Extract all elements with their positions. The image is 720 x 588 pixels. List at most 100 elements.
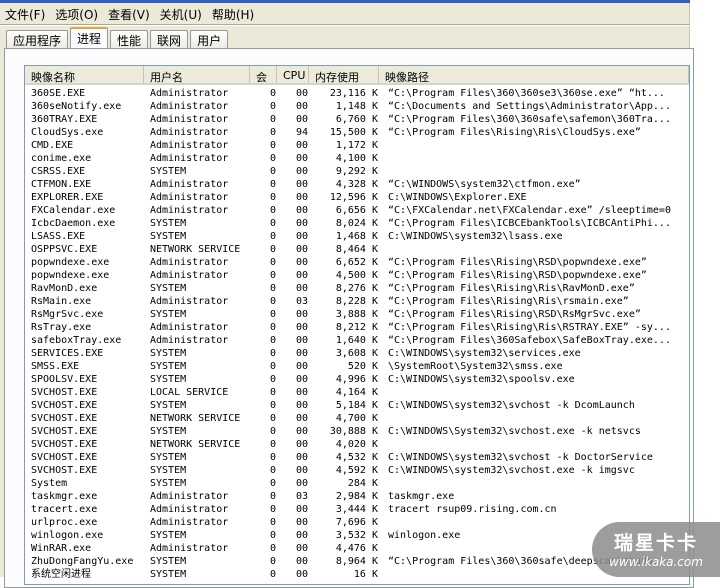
table-row[interactable]: SERVICES.EXE SYSTEM 0 00 3,608 K C:\WINDOWS\s… [25, 347, 581, 360]
table-row[interactable]: EXPLORER.EXE Administrator 0 00 12,596 K C:\W… [25, 191, 526, 204]
menu-options[interactable]: 选项(O) [50, 4, 103, 24]
process-name: SVCHOST.EXE [31, 413, 98, 424]
table-row[interactable]: System SYSTEM 0 00 284 K [25, 477, 388, 490]
process-name: popwndexe.exe [31, 270, 110, 281]
image-path: C:\WINDOWS\system32\lsass.exe [388, 231, 563, 242]
process-name: RsMgrSvc.exe [31, 309, 104, 320]
table-row[interactable]: CMD.EXE Administrator 0 00 1,172 K [25, 139, 388, 152]
cpu-usage: 00 [295, 452, 309, 463]
process-name: SVCHOST.EXE [31, 465, 98, 476]
session-id: 0 [269, 361, 277, 372]
column-session[interactable]: 会 [250, 66, 277, 84]
process-name: tracert.exe [31, 504, 98, 515]
column-user-name[interactable]: 用户名 [144, 66, 250, 84]
table-row[interactable]: RsMgrSvc.exe SYSTEM 0 00 3,888 K “C:\Program … [25, 308, 641, 321]
memory-usage: 5,184 K [335, 400, 378, 411]
memory-usage: 6,760 K [335, 114, 378, 125]
table-row[interactable]: 360TRAY.EXE Administrator 0 00 6,760 K “C:\Pr… [25, 113, 671, 126]
image-path: “C:\FXCalendar.net\FXCalendar.exe” /slee… [388, 205, 671, 216]
table-row[interactable]: winlogon.exe SYSTEM 0 00 3,532 Kwinlogon.exe [25, 529, 460, 542]
image-path [378, 477, 388, 490]
tab-processes[interactable]: 进程 [70, 27, 109, 48]
cpu-usage: 00 [295, 192, 309, 203]
task-manager-window: 文件(F) 选项(O) 查看(V) 关机(U) 帮助(H) 应用程序 进程 性能… [0, 0, 694, 588]
cpu-usage: 00 [295, 101, 309, 112]
table-row[interactable]: IcbcDaemon.exe SYSTEM 0 00 8,024 K “C:\Progra… [25, 217, 671, 230]
column-image-name[interactable]: 映像名称 [25, 66, 144, 84]
process-name: LSASS.EXE [31, 231, 86, 242]
cpu-usage: 00 [295, 179, 309, 190]
table-row[interactable]: SVCHOST.EXE SYSTEM 0 00 5,184 K C:\WINDOWS\sy… [25, 399, 635, 412]
table-row[interactable]: CSRSS.EXE SYSTEM 0 00 9,292 K [25, 165, 388, 178]
memory-usage: 23,116 K [329, 88, 378, 99]
menu-file[interactable]: 文件(F) [0, 4, 50, 24]
table-row[interactable]: SVCHOST.EXE SYSTEM 0 00 4,532 K C:\WINDOWS\sy… [25, 451, 653, 464]
menu-help[interactable]: 帮助(H) [207, 4, 259, 24]
table-row[interactable]: SPOOLSV.EXE SYSTEM 0 00 4,996 K C:\WINDOWS\sy… [25, 373, 575, 386]
table-row[interactable]: OSPPSVC.EXE NETWORK SERVICE 0 00 8,464 K [25, 243, 388, 256]
table-row[interactable]: ZhuDongFangYu.exe SYSTEM 0 00 8,964 K “C:\Pro… [25, 555, 671, 568]
table-row[interactable]: SVCHOST.EXE SYSTEM 0 00 30,888 K C:\WINDOWS\S… [25, 425, 641, 438]
image-path: “C:\Program Files\Rising\RSD\RsMgrSvc.ex… [388, 309, 641, 320]
cpu-usage: 00 [295, 140, 309, 151]
table-row[interactable]: taskmgr.exe Administrator 0 03 2,984 K taskmg… [25, 490, 454, 503]
menu-separator [0, 24, 690, 26]
table-row[interactable]: CloudSys.exe Administrator 0 94 15,500 K “C:\… [25, 126, 641, 139]
table-row[interactable]: SVCHOST.EXE SYSTEM 0 00 4,592 K C:\WINDOWS\sy… [25, 464, 635, 477]
cpu-usage: 00 [295, 348, 309, 359]
table-row[interactable]: LSASS.EXE SYSTEM 0 00 1,468 K C:\WINDOWS\syst… [25, 230, 563, 243]
process-name: RsMain.exe [31, 296, 92, 307]
user-name: Administrator [150, 140, 229, 151]
user-name: Administrator [150, 114, 229, 125]
session-id: 0 [269, 140, 277, 151]
memory-usage: 3,608 K [335, 348, 378, 359]
column-memory[interactable]: 内存使用 [309, 66, 379, 84]
table-row[interactable]: popwndexe.exe Administrator 0 00 4,500 K “C:\… [25, 269, 647, 282]
table-row[interactable]: 360SE.EXE Administrator 0 00 23,116 K “C:\Pro… [25, 87, 665, 100]
table-row[interactable]: SVCHOST.EXE NETWORK SERVICE 0 00 4,700 K [25, 412, 388, 425]
table-row[interactable]: popwndexe.exe Administrator 0 00 6,652 K “C:\… [25, 256, 647, 269]
table-row[interactable]: urlproc.exe Administrator 0 00 7,696 K [25, 516, 388, 529]
table-row[interactable]: RsMain.exe Administrator 0 03 8,228 K “C:\Pro… [25, 295, 629, 308]
table-row[interactable]: SVCHOST.EXE LOCAL SERVICE 0 00 4,164 K [25, 386, 388, 399]
cpu-usage: 00 [295, 556, 309, 567]
menu-shutdown[interactable]: 关机(U) [155, 4, 207, 24]
session-id: 0 [269, 400, 277, 411]
user-name: Administrator [150, 257, 229, 268]
table-row[interactable]: 系统空闲进程 SYSTEM 0 00 16 K [25, 568, 388, 581]
table-row[interactable]: RavMonD.exe SYSTEM 0 00 8,276 K “C:\Program F… [25, 282, 635, 295]
table-row[interactable]: SVCHOST.EXE NETWORK SERVICE 0 00 4,020 K [25, 438, 388, 451]
memory-usage: 12,596 K [329, 192, 378, 203]
menu-view[interactable]: 查看(V) [103, 4, 155, 24]
table-row[interactable]: conime.exe Administrator 0 00 4,100 K [25, 152, 388, 165]
tab-performance[interactable]: 性能 [110, 30, 149, 48]
memory-usage: 9,292 K [335, 166, 378, 177]
table-row[interactable]: RsTray.exe Administrator 0 00 8,212 K “C:\Pro… [25, 321, 671, 334]
table-row[interactable]: 360seNotify.exe Administrator 0 00 1,148 K “C… [25, 100, 671, 113]
process-name: CMD.EXE [31, 140, 74, 151]
session-id: 0 [269, 335, 277, 346]
user-name: SYSTEM [150, 569, 187, 580]
memory-usage: 1,172 K [335, 140, 378, 151]
tab-users[interactable]: 用户 [190, 30, 229, 48]
user-name: SYSTEM [150, 348, 187, 359]
cpu-usage: 00 [295, 439, 309, 450]
table-row[interactable]: CTFMON.EXE Administrator 0 00 4,328 K “C:\WIN… [25, 178, 581, 191]
user-name: SYSTEM [150, 465, 187, 476]
tab-networking[interactable]: 联网 [150, 30, 189, 48]
table-row[interactable]: tracert.exe Administrator 0 00 3,444 Ktracer… [25, 503, 557, 516]
user-name: Administrator [150, 491, 229, 502]
image-path: winlogon.exe [388, 530, 461, 541]
image-path [378, 152, 388, 165]
column-image-path[interactable]: 映像路径 [379, 66, 689, 84]
session-id: 0 [269, 270, 277, 281]
image-path: “C:\WINDOWS\system32\ctfmon.exe” [388, 179, 581, 190]
table-row[interactable]: SMSS.EXE SYSTEM 0 00 520 K \SystemRoot\System… [25, 360, 563, 373]
table-row[interactable]: WinRAR.exe Administrator 0 00 4,476 K [25, 542, 388, 555]
tab-applications[interactable]: 应用程序 [6, 30, 69, 48]
table-row[interactable]: FXCalendar.exe Administrator 0 00 6,656 K “C:… [25, 204, 671, 217]
cpu-usage: 00 [295, 257, 309, 268]
column-cpu[interactable]: CPU [277, 66, 309, 83]
process-list[interactable]: 映像名称 用户名 会 CPU 内存使用 映像路径 360SE.EXE Admini… [24, 65, 690, 585]
table-row[interactable]: safeboxTray.exe Administrator 0 00 1,640 K “C… [25, 334, 671, 347]
